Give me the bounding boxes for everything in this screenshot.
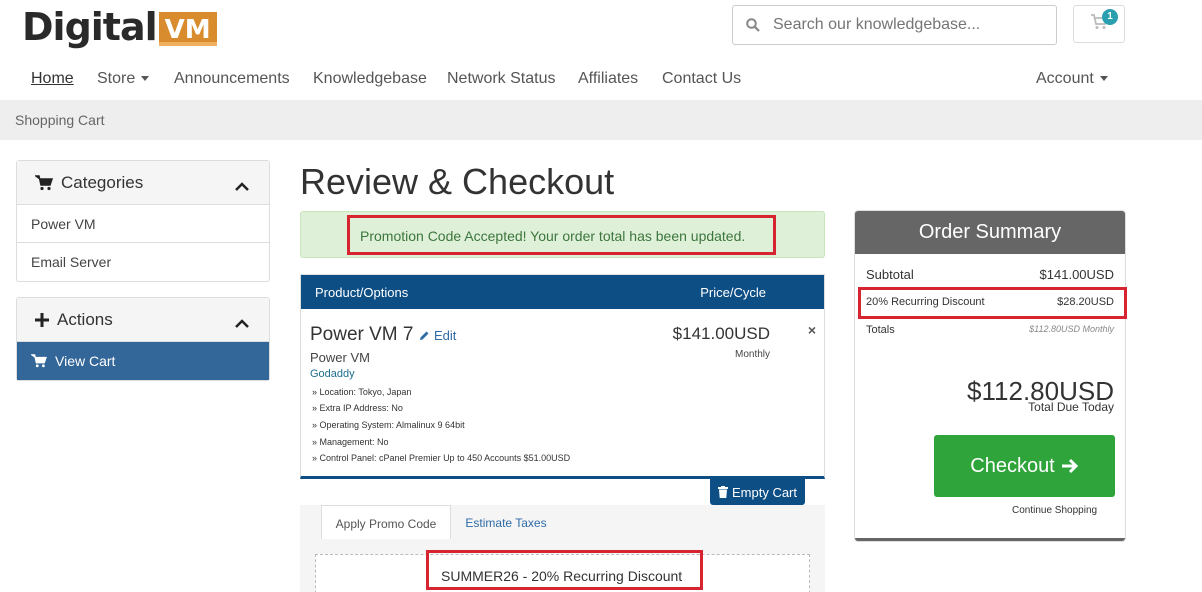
nav-account-label: Account [1036, 70, 1094, 87]
caret-down-icon [1099, 76, 1108, 82]
nav-account[interactable]: Account [1036, 70, 1108, 88]
actions-header[interactable]: Actions [17, 298, 269, 342]
nav-store-label: Store [97, 70, 136, 87]
sidebar-item-power-vm[interactable]: Power VM [17, 205, 269, 243]
site-header: Digital VM 1 Home Store Announcements Kn… [0, 0, 1202, 100]
nav-affiliates[interactable]: Affiliates [578, 70, 638, 88]
order-summary-title: Order Summary [855, 211, 1125, 254]
plus-icon [35, 312, 49, 327]
totals-value: $112.80USD Monthly [1029, 324, 1114, 334]
product-option: » Location: Tokyo, Japan [312, 387, 412, 397]
totals-row: Totals $112.80USD Monthly [866, 324, 1114, 336]
product-group: Power VM [310, 350, 370, 365]
search-bar[interactable] [732, 5, 1057, 45]
product-price: $141.00USD [672, 324, 770, 343]
product-option: » Extra IP Address: No [312, 403, 403, 413]
continue-shopping-link[interactable]: Continue Shopping [1012, 505, 1097, 516]
billing-cycle: Monthly [734, 349, 770, 360]
shopping-cart-icon [31, 354, 47, 368]
page-title: Review & Checkout [300, 161, 615, 202]
checkout-button[interactable]: Checkout [934, 435, 1115, 497]
search-input[interactable] [773, 16, 1043, 34]
actions-title: Actions [57, 309, 113, 329]
cart-table: Product/Options Price/Cycle Power VM 7 E… [300, 274, 825, 479]
caret-down-icon [141, 76, 150, 82]
sidebar-item-email-server[interactable]: Email Server [17, 243, 269, 281]
main-nav: Home Store Announcements Knowledgebase N… [0, 66, 1202, 96]
empty-cart-button[interactable]: Empty Cart [710, 479, 805, 505]
arrow-right-icon [1061, 458, 1079, 474]
categories-panel: Categories Power VM Email Server [16, 160, 270, 282]
subtotal-label: Subtotal [866, 267, 914, 282]
view-cart-label: View Cart [55, 353, 116, 369]
column-header-price: Price/Cycle [700, 285, 766, 300]
cart-table-header: Product/Options Price/Cycle [301, 275, 824, 309]
total-due-label: Total Due Today [1028, 400, 1114, 414]
cart-count-badge: 1 [1102, 9, 1118, 25]
trash-icon [717, 486, 728, 498]
chevron-up-icon[interactable] [235, 177, 249, 197]
nav-store[interactable]: Store [97, 70, 150, 88]
product-option: » Management: No [312, 437, 389, 447]
logo-badge: VM [158, 12, 217, 46]
sidebar-item-view-cart[interactable]: View Cart [17, 342, 269, 380]
breadcrumb-current: Shopping Cart [15, 112, 105, 128]
tab-apply-promo-code[interactable]: Apply Promo Code [321, 505, 451, 539]
nav-announcements[interactable]: Announcements [174, 70, 290, 88]
product-option: » Operating System: Almalinux 9 64bit [312, 420, 465, 430]
breadcrumb: Shopping Cart [0, 100, 1202, 140]
highlight-box [426, 550, 703, 590]
order-summary: Order Summary Subtotal $141.00USD 20% Re… [855, 211, 1125, 541]
remove-item-button[interactable]: × [808, 322, 816, 338]
column-header-product: Product/Options [315, 285, 409, 300]
highlight-box [858, 287, 1127, 319]
empty-cart-label: Empty Cart [731, 484, 797, 500]
shopping-cart-icon [35, 174, 53, 191]
totals-label: Totals [866, 324, 895, 336]
nav-knowledgebase[interactable]: Knowledgebase [313, 70, 427, 88]
nav-home[interactable]: Home [31, 70, 74, 88]
product-option: » Control Panel: cPanel Premier Up to 45… [312, 453, 571, 463]
logo[interactable]: Digital VM [22, 4, 217, 46]
subtotal-row: Subtotal $141.00USD [866, 267, 1114, 282]
cart-button[interactable]: 1 [1073, 5, 1125, 43]
edit-link[interactable]: Edit [419, 328, 456, 343]
product-domain: Godaddy [310, 368, 355, 380]
edit-label: Edit [434, 328, 457, 343]
actions-panel: Actions View Cart [16, 297, 270, 381]
highlight-box [347, 215, 776, 255]
nav-contact-us[interactable]: Contact Us [662, 70, 741, 88]
chevron-up-icon[interactable] [235, 314, 249, 334]
categories-title: Categories [61, 172, 144, 192]
search-icon [733, 18, 773, 32]
product-name: Power VM 7 [310, 324, 414, 345]
tab-estimate-taxes[interactable]: Estimate Taxes [451, 505, 561, 539]
logo-text: Digital [22, 5, 158, 49]
nav-network-status[interactable]: Network Status [447, 70, 555, 88]
checkout-label: Checkout [970, 454, 1055, 477]
subtotal-value: $141.00USD [1039, 267, 1114, 282]
pencil-icon [419, 330, 430, 341]
categories-header[interactable]: Categories [17, 161, 269, 205]
